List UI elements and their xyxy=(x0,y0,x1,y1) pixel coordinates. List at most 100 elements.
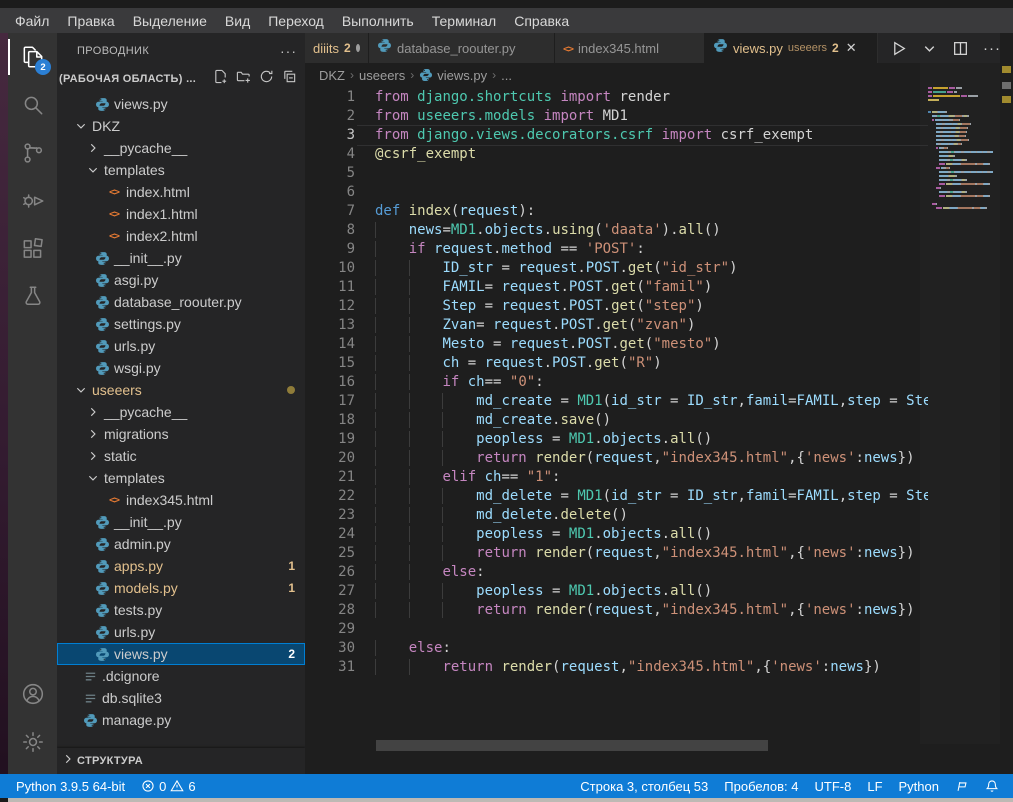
eol-status[interactable]: LF xyxy=(859,774,890,798)
breadcrumb-item[interactable]: ... xyxy=(501,68,512,83)
code-line[interactable]: 17 md_create = MD1(id_str = ID_str,famil… xyxy=(305,391,928,410)
code-line[interactable]: 30 else: xyxy=(305,638,928,657)
tab-database_roouter.py[interactable]: database_roouter.py xyxy=(369,33,555,63)
workspace-section-header[interactable]: (РАБОЧАЯ ОБЛАСТЬ) ... xyxy=(57,68,305,90)
tree-item-__init__.py[interactable]: __init__.py xyxy=(57,511,305,533)
code-line[interactable]: 8 news=MD1.objects.using('daata').all() xyxy=(305,220,928,239)
tab-diiits[interactable]: diiits2 xyxy=(305,33,369,63)
tree-item-index345.html[interactable]: <>index345.html xyxy=(57,489,305,511)
tree-item-index1.html[interactable]: <>index1.html xyxy=(57,203,305,225)
new-file-icon[interactable] xyxy=(213,69,228,89)
horizontal-scrollbar[interactable] xyxy=(376,740,768,751)
code-line[interactable]: 13 Zvan= request.POST.get("zvan") xyxy=(305,315,928,334)
tree-item-views.py[interactable]: views.py xyxy=(57,93,305,115)
python-interpreter-status[interactable]: Python 3.9.5 64-bit xyxy=(8,774,133,798)
tree-item-index2.html[interactable]: <>index2.html xyxy=(57,225,305,247)
breadcrumb-item[interactable]: views.py xyxy=(419,68,487,83)
feedback-icon[interactable] xyxy=(947,774,977,798)
tree-item-templates[interactable]: templates xyxy=(57,159,305,181)
code-line[interactable]: 28 return render(request,"index345.html"… xyxy=(305,600,928,619)
problems-status[interactable]: 0 6 xyxy=(133,774,203,798)
code-line[interactable]: 7def index(request): xyxy=(305,201,928,220)
menu-item[interactable]: Правка xyxy=(58,10,123,32)
tree-item-wsgi.py[interactable]: wsgi.py xyxy=(57,357,305,379)
tree-item-templates[interactable]: templates xyxy=(57,467,305,489)
indentation-status[interactable]: Пробелов: 4 xyxy=(716,774,806,798)
code-line[interactable]: 14 Mesto = request.POST.get("mesto") xyxy=(305,334,928,353)
extensions-icon[interactable] xyxy=(8,225,57,273)
new-folder-icon[interactable] xyxy=(236,69,251,89)
menu-item[interactable]: Вид xyxy=(216,10,259,32)
encoding-status[interactable]: UTF-8 xyxy=(807,774,860,798)
code-line[interactable]: 23 md_delete.delete() xyxy=(305,505,928,524)
menu-item[interactable]: Справка xyxy=(505,10,578,32)
tree-item-manage.py[interactable]: manage.py xyxy=(57,709,305,731)
code-line[interactable]: 27 peopless = MD1.objects.all() xyxy=(305,581,928,600)
tree-item-migrations[interactable]: migrations xyxy=(57,423,305,445)
tree-item-index.html[interactable]: <>index.html xyxy=(57,181,305,203)
tree-item-db.sqlite3[interactable]: db.sqlite3 xyxy=(57,687,305,709)
sidebar-more-actions-icon[interactable]: ··· xyxy=(280,43,297,59)
cursor-position-status[interactable]: Строка 3, столбец 53 xyxy=(572,774,716,798)
tree-item-urls.py[interactable]: urls.py xyxy=(57,621,305,643)
code-area[interactable]: 1from django.shortcuts import render2fro… xyxy=(305,87,928,763)
tree-item-views.py[interactable]: views.py2 xyxy=(57,643,305,665)
testing-icon[interactable] xyxy=(8,273,57,321)
tree-item-admin.py[interactable]: admin.py xyxy=(57,533,305,555)
tree-item-apps.py[interactable]: apps.py1 xyxy=(57,555,305,577)
outline-section-header[interactable]: СТРУКТУРА xyxy=(57,748,305,774)
code-line[interactable]: 22 md_delete = MD1(id_str = ID_str,famil… xyxy=(305,486,928,505)
settings-icon[interactable] xyxy=(8,718,57,766)
breadcrumb-item[interactable]: useeers xyxy=(359,68,405,83)
code-line[interactable]: 21 elif ch== "1": xyxy=(305,467,928,486)
code-line[interactable]: 2from useeers.models import MD1 xyxy=(305,106,928,125)
language-mode-status[interactable]: Python xyxy=(891,774,947,798)
tree-item-asgi.py[interactable]: asgi.py xyxy=(57,269,305,291)
collapse-all-icon[interactable] xyxy=(282,69,297,89)
search-icon[interactable] xyxy=(8,81,57,129)
code-line[interactable]: 12 Step = request.POST.get("step") xyxy=(305,296,928,315)
tree-item-models.py[interactable]: models.py1 xyxy=(57,577,305,599)
code-line[interactable]: 4@csrf_exempt xyxy=(305,144,928,163)
explorer-icon[interactable]: 2 xyxy=(8,33,57,81)
breadcrumb-item[interactable]: DKZ xyxy=(319,68,345,83)
menu-item[interactable]: Терминал xyxy=(423,10,505,32)
menu-item[interactable]: Выполнить xyxy=(333,10,423,32)
menu-item[interactable]: Переход xyxy=(259,10,333,32)
code-line[interactable]: 26 else: xyxy=(305,562,928,581)
code-line[interactable]: 20 return render(request,"index345.html"… xyxy=(305,448,928,467)
code-line[interactable]: 11 FAMIL= request.POST.get("famil") xyxy=(305,277,928,296)
code-line[interactable]: 29 xyxy=(305,619,928,638)
tree-item-__pycache__[interactable]: __pycache__ xyxy=(57,137,305,159)
tab-index345.html[interactable]: <>index345.html xyxy=(555,33,705,63)
tree-item-__init__.py[interactable]: __init__.py xyxy=(57,247,305,269)
code-line[interactable]: 5 xyxy=(305,163,928,182)
tree-item-useeers[interactable]: useeers xyxy=(57,379,305,401)
tab-views.py[interactable]: views.pyuseeers2✕ xyxy=(705,33,877,63)
code-line[interactable]: 31 return render(request,"index345.html"… xyxy=(305,657,928,676)
code-line[interactable]: 19 peopless = MD1.objects.all() xyxy=(305,429,928,448)
tree-item-.dcignore[interactable]: .dcignore xyxy=(57,665,305,687)
code-line[interactable]: 6 xyxy=(305,182,928,201)
split-editor-button[interactable] xyxy=(952,40,969,57)
run-button[interactable] xyxy=(890,40,907,57)
tree-item-urls.py[interactable]: urls.py xyxy=(57,335,305,357)
refresh-icon[interactable] xyxy=(259,69,274,89)
code-line[interactable]: 18 md_create.save() xyxy=(305,410,928,429)
menu-item[interactable]: Выделение xyxy=(124,10,216,32)
tree-item-static[interactable]: static xyxy=(57,445,305,467)
tree-item-database_roouter.py[interactable]: database_roouter.py xyxy=(57,291,305,313)
code-line[interactable]: 9 if request.method == 'POST': xyxy=(305,239,928,258)
code-line[interactable]: 15 ch = request.POST.get("R") xyxy=(305,353,928,372)
notifications-bell-icon[interactable] xyxy=(977,774,1007,798)
source-control-icon[interactable] xyxy=(8,129,57,177)
menu-item[interactable]: Файл xyxy=(6,10,58,32)
tree-item-settings.py[interactable]: settings.py xyxy=(57,313,305,335)
overview-ruler[interactable] xyxy=(1000,33,1013,744)
more-actions-icon[interactable]: ··· xyxy=(983,40,1001,57)
tree-item-__pycache__[interactable]: __pycache__ xyxy=(57,401,305,423)
tree-item-DKZ[interactable]: DKZ xyxy=(57,115,305,137)
run-debug-icon[interactable] xyxy=(8,177,57,225)
code-line[interactable]: 3from django.views.decorators.csrf impor… xyxy=(305,125,928,144)
tree-item-tests.py[interactable]: tests.py xyxy=(57,599,305,621)
